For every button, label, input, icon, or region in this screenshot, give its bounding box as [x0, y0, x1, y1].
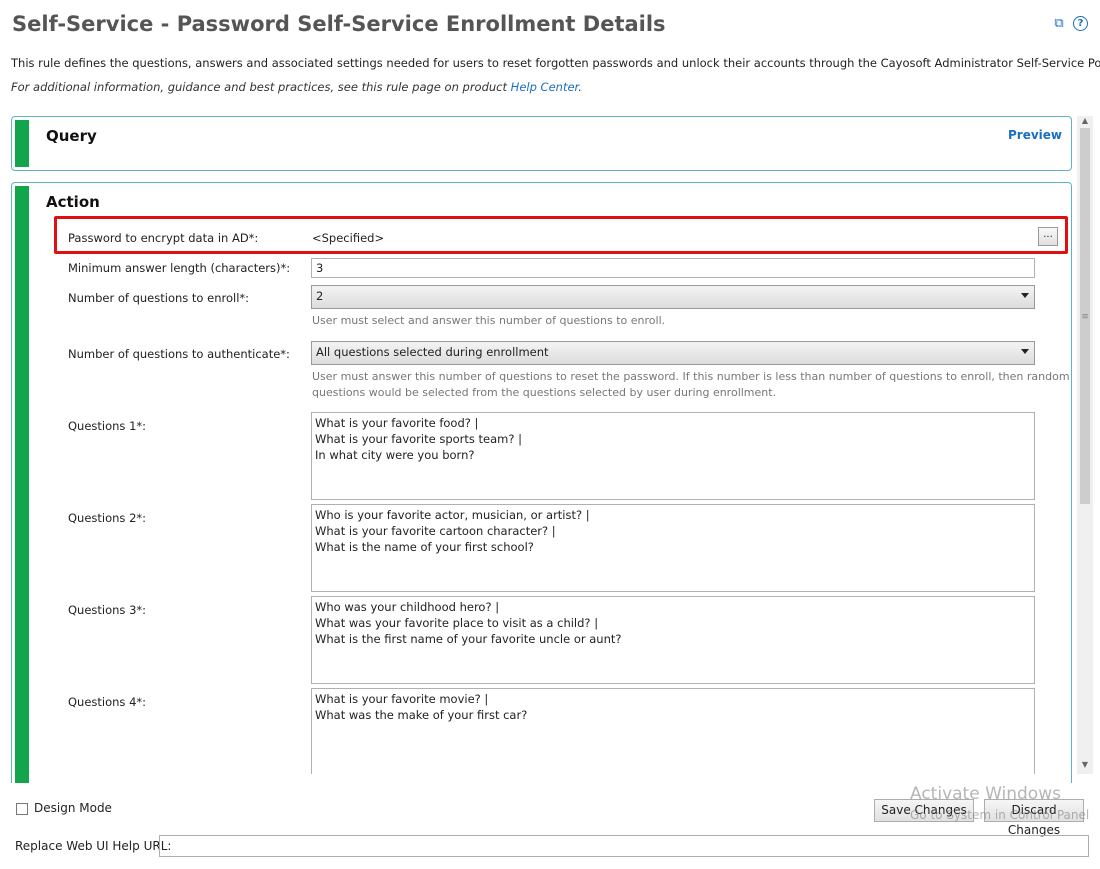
- questions-2-label: Questions 2*:: [68, 511, 147, 525]
- help-suffix: .: [578, 80, 582, 94]
- auth-count-value: All questions selected during enrollment: [316, 345, 549, 359]
- copy-icon[interactable]: ⧉: [1051, 16, 1067, 32]
- preview-link[interactable]: Preview: [1008, 128, 1062, 142]
- questions-3-textarea[interactable]: Who was your childhood hero? | What was …: [311, 596, 1035, 684]
- activation-watermark-sub: Go to System in Control Panel: [910, 808, 1090, 822]
- action-green-bar: [15, 186, 29, 783]
- enroll-count-select[interactable]: 2: [311, 285, 1035, 309]
- enroll-count-label: Number of questions to enroll*:: [68, 291, 250, 305]
- header-icons: ⧉ ?: [1051, 16, 1088, 32]
- query-green-bar: [15, 120, 29, 167]
- questions-4-label: Questions 4*:: [68, 695, 147, 709]
- enroll-count-value: 2: [316, 289, 324, 303]
- dropdown-arrow-icon: [1021, 349, 1029, 354]
- auth-hint-line-2: questions would be selected from the que…: [312, 386, 777, 399]
- question-line: What is your favorite movie? |: [315, 692, 489, 706]
- question-line: Who is your favorite actor, musician, or…: [315, 508, 590, 522]
- scroll-down-icon[interactable]: ▼: [1079, 760, 1091, 772]
- question-line: What is the name of your first school?: [315, 540, 534, 554]
- min-length-label: Minimum answer length (characters)*:: [68, 261, 291, 275]
- dropdown-arrow-icon: [1021, 293, 1029, 298]
- help-icon[interactable]: ?: [1073, 16, 1088, 31]
- questions-1-textarea[interactable]: What is your favorite food? | What is yo…: [311, 412, 1035, 500]
- help-url-label: Replace Web UI Help URL:: [15, 839, 172, 853]
- min-length-input[interactable]: 3: [311, 258, 1035, 278]
- grip-icon: ≡: [1081, 312, 1089, 322]
- question-line: What was your favorite place to visit as…: [315, 616, 599, 630]
- help-center-link[interactable]: Help Center: [511, 80, 579, 94]
- action-title: Action: [46, 193, 100, 211]
- auth-count-label: Number of questions to authenticate*:: [68, 347, 290, 361]
- question-line: What is the first name of your favorite …: [315, 632, 622, 646]
- enroll-hint: User must select and answer this number …: [312, 314, 666, 327]
- page-title: Self-Service - Password Self-Service Enr…: [12, 12, 666, 36]
- question-line: What was the make of your first car?: [315, 708, 528, 722]
- auth-count-select[interactable]: All questions selected during enrollment: [311, 341, 1035, 365]
- questions-2-textarea[interactable]: Who is your favorite actor, musician, or…: [311, 504, 1035, 592]
- highlight-box: [54, 216, 1068, 254]
- design-mode-checkbox[interactable]: [16, 803, 28, 815]
- question-line: In what city were you born?: [315, 448, 475, 462]
- auth-hint-line-1: User must answer this number of question…: [312, 370, 1070, 383]
- rule-description: This rule defines the questions, answers…: [11, 56, 1100, 70]
- query-panel: Query Preview: [11, 116, 1072, 171]
- questions-3-label: Questions 3*:: [68, 603, 147, 617]
- auth-hint: User must answer this number of question…: [312, 369, 1070, 401]
- question-line: What is your favorite cartoon character?…: [315, 524, 556, 538]
- help-center-line: For additional information, guidance and…: [11, 80, 582, 94]
- scroll-up-icon[interactable]: ▲: [1079, 116, 1091, 128]
- question-line: Who was your childhood hero? |: [315, 600, 500, 614]
- questions-4-textarea[interactable]: What is your favorite movie? | What was …: [311, 688, 1035, 774]
- question-line: What is your favorite food? |: [315, 416, 479, 430]
- question-line: What is your favorite sports team? |: [315, 432, 523, 446]
- design-mode-label: Design Mode: [34, 801, 112, 815]
- query-title: Query: [46, 127, 97, 145]
- questions-1-label: Questions 1*:: [68, 419, 147, 433]
- help-url-input[interactable]: [159, 835, 1089, 857]
- help-prefix: For additional information, guidance and…: [11, 80, 511, 94]
